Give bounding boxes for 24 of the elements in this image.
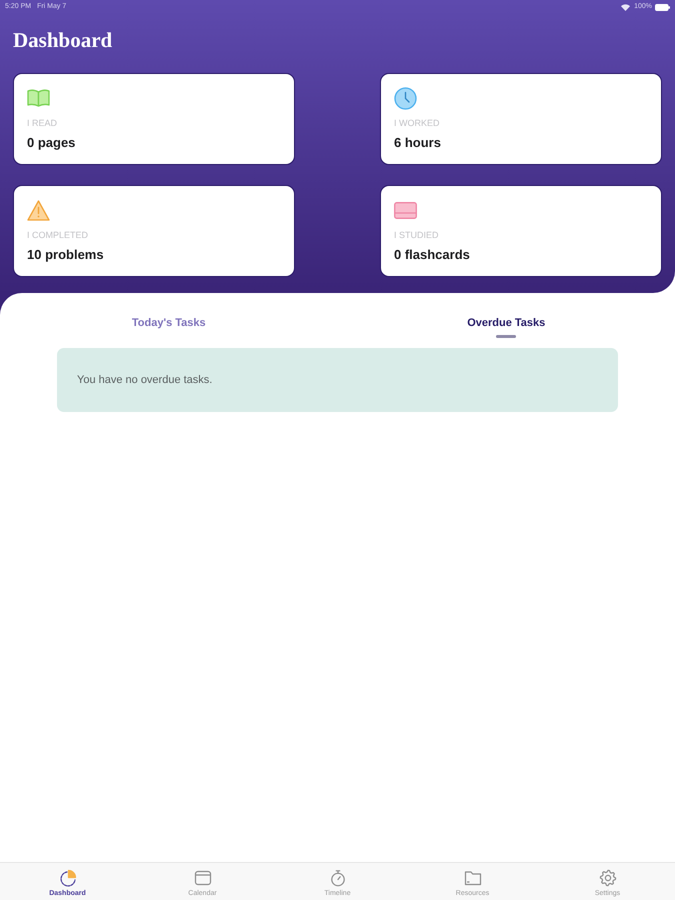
notice-text: You have no overdue tasks. <box>77 372 212 388</box>
stat-value: 0 pages <box>27 135 76 151</box>
book-icon <box>27 89 50 107</box>
stat-value: 6 hours <box>394 135 441 151</box>
stopwatch-icon <box>328 869 346 887</box>
stat-label: I STUDIED <box>394 229 439 241</box>
task-tab[interactable]: Overdue Tasks <box>467 316 546 338</box>
wifi-icon <box>621 4 630 10</box>
warning-icon <box>27 200 50 220</box>
stat-label: I WORKED <box>394 117 440 129</box>
pie-chart-icon <box>58 869 76 887</box>
battery-icon <box>655 4 670 10</box>
task-tab[interactable]: Today's Tasks <box>132 316 206 338</box>
calendar-icon <box>194 869 212 887</box>
folder-icon <box>464 869 482 887</box>
stat-label: I READ <box>27 117 58 129</box>
clock-icon <box>394 86 417 110</box>
stat-value: 10 problems <box>27 247 104 263</box>
page-title: Dashboard <box>13 27 114 53</box>
flashcard-icon <box>394 202 417 218</box>
settings-icon <box>598 869 616 887</box>
tab-indicator <box>496 335 516 338</box>
stat-value: 0 flashcards <box>394 247 470 263</box>
stat-label: I COMPLETED <box>27 229 88 241</box>
